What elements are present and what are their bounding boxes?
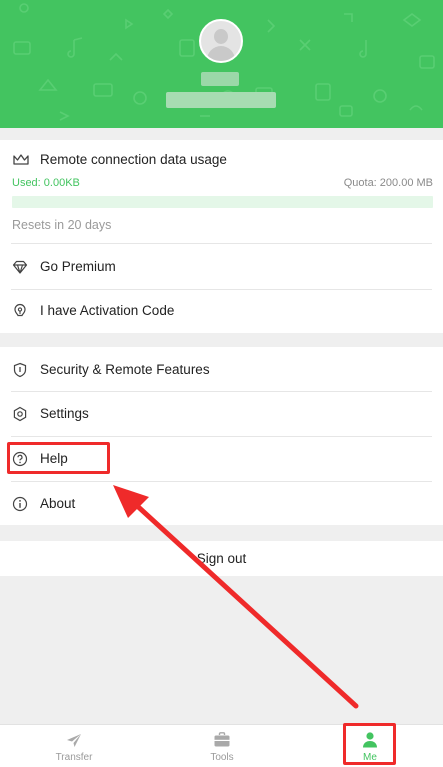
menu-item-security[interactable]: Security & Remote Features bbox=[0, 347, 443, 392]
sign-out-button[interactable]: Sign out bbox=[0, 541, 443, 576]
paper-plane-icon bbox=[65, 731, 83, 749]
tab-tools[interactable]: Tools bbox=[148, 725, 296, 767]
menu-item-label: Security & Remote Features bbox=[40, 362, 210, 377]
usage-title: Remote connection data usage bbox=[40, 152, 227, 167]
blurred-account-id bbox=[166, 92, 276, 108]
avatar-head-shape bbox=[214, 29, 228, 44]
menu-item-settings[interactable]: Settings bbox=[0, 391, 443, 436]
usage-progress-bar bbox=[12, 196, 433, 208]
menu-item-label: About bbox=[40, 496, 76, 511]
menu-item-go-premium[interactable]: Go Premium bbox=[0, 244, 443, 289]
settings-menu-card: Security & Remote Features Settings Help… bbox=[0, 347, 443, 525]
blurred-username bbox=[201, 72, 239, 86]
menu-item-label: I have Activation Code bbox=[40, 303, 175, 318]
quota-amount: Quota: 200.00 MB bbox=[343, 177, 433, 189]
me-tab-highlight-box bbox=[343, 723, 396, 765]
tab-transfer[interactable]: Transfer bbox=[0, 725, 148, 767]
usage-title-row: Remote connection data usage bbox=[0, 149, 443, 171]
resets-info: Resets in 20 days bbox=[12, 218, 112, 232]
menu-item-label: Go Premium bbox=[40, 259, 116, 274]
help-highlight-box bbox=[7, 442, 110, 474]
crown-icon bbox=[12, 151, 30, 169]
avatar[interactable] bbox=[199, 19, 243, 63]
usage-card: Remote connection data usage Used: 0.00K… bbox=[0, 140, 443, 333]
diamond-icon bbox=[11, 258, 29, 276]
tab-label: Tools bbox=[210, 752, 234, 763]
briefcase-icon bbox=[213, 731, 231, 749]
menu-item-label: Settings bbox=[40, 406, 89, 421]
tab-label: Transfer bbox=[55, 752, 93, 763]
avatar-body-shape bbox=[207, 46, 235, 61]
signout-card: Sign out bbox=[0, 541, 443, 576]
used-amount: Used: 0.00KB bbox=[12, 177, 80, 189]
profile-header bbox=[0, 0, 443, 128]
info-circle-icon bbox=[11, 495, 29, 513]
shield-icon bbox=[11, 361, 29, 379]
menu-item-about[interactable]: About bbox=[0, 481, 443, 526]
activation-key-icon bbox=[11, 302, 29, 320]
hexagon-settings-icon bbox=[11, 405, 29, 423]
menu-item-activation-code[interactable]: I have Activation Code bbox=[0, 288, 443, 333]
